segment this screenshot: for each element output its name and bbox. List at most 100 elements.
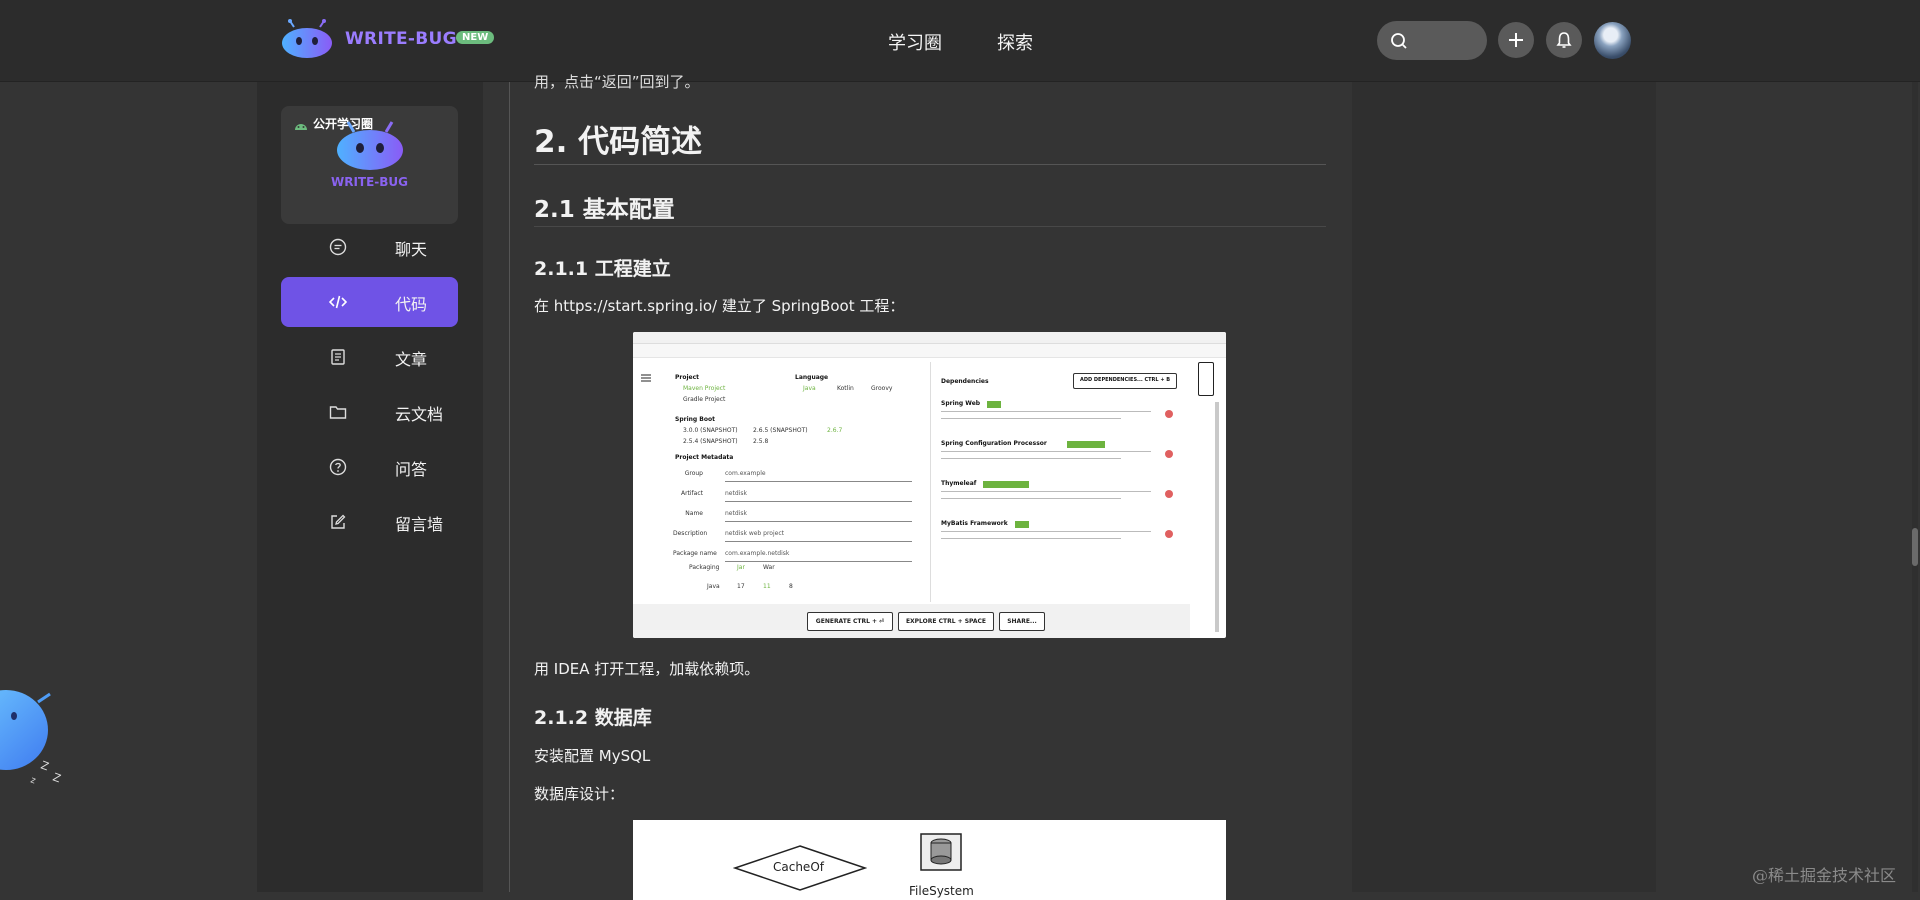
article-partial-line: 用，点击“返回”回到了。: [534, 73, 700, 91]
dependency-description: [941, 418, 1121, 419]
nav-explore[interactable]: 探索: [997, 29, 1033, 55]
nav-study-circle[interactable]: 学习圈: [888, 29, 942, 55]
metadata-value: netdisk web project: [725, 530, 784, 537]
metadata-value: netdisk: [725, 490, 747, 497]
dependency-tag: [987, 401, 1001, 408]
paragraph-spring-init: 在 https://start.spring.io/ 建立了 SpringBoo…: [534, 297, 905, 315]
theme-toggle: [1198, 362, 1214, 396]
page-scrollbar-thumb[interactable]: [1912, 528, 1918, 566]
sidebar-item-code[interactable]: 代码: [281, 277, 458, 327]
dependency-tag: [1015, 521, 1029, 528]
share-button: SHARE...: [999, 612, 1045, 631]
plus-icon: [1509, 33, 1523, 47]
notifications-button[interactable]: [1546, 22, 1582, 58]
remove-dependency-icon: [1165, 450, 1173, 458]
remove-dependency-icon: [1165, 410, 1173, 418]
svg-text:Z: Z: [39, 759, 51, 774]
node-filesystem: FileSystem: [909, 884, 974, 898]
language-option: Java: [803, 385, 816, 392]
sidebar-item-qa[interactable]: 问答: [281, 442, 458, 492]
create-button[interactable]: [1498, 22, 1534, 58]
sidebar-item-cloud-docs[interactable]: 云文档: [281, 387, 458, 437]
java-option: 11: [763, 583, 771, 590]
dependency-name: Thymeleaf: [941, 480, 977, 487]
card-brand: WRITE-BUG: [330, 175, 409, 189]
packaging-option: War: [763, 564, 775, 571]
sidebar-item-chat[interactable]: 聊天: [281, 222, 458, 272]
database-icon: [920, 833, 962, 871]
dependency-description: [941, 411, 1151, 412]
browser-bookmarks-bar: [633, 344, 1226, 358]
user-avatar[interactable]: [1594, 22, 1631, 59]
sidebar-item-articles[interactable]: 文章: [281, 332, 458, 382]
metadata-value: netdisk: [725, 510, 747, 517]
heading-basic-config: 2.1 基本配置: [534, 197, 675, 223]
card-robot-logo-icon: [337, 121, 403, 170]
metadata-value: com.example: [725, 470, 766, 477]
metadata-underline: [725, 481, 912, 482]
logo-robot-icon[interactable]: [280, 19, 334, 59]
right-panel: [1352, 82, 1656, 892]
study-circle-card[interactable]: 公开学习圈 WRITE-BUG: [281, 106, 458, 224]
sidebar-item-label: 留言墙: [395, 515, 444, 534]
code-icon: [329, 295, 347, 309]
paragraph-idea: 用 IDEA 打开工程，加载依赖项。: [534, 660, 760, 678]
metadata-title: Project Metadata: [675, 454, 734, 461]
dependency-tag: [1067, 441, 1105, 448]
spring-initializr-screenshot: Project Maven Project Gradle Project Lan…: [633, 332, 1226, 638]
browser-address-bar: [633, 332, 1226, 344]
search-icon: [1391, 33, 1407, 49]
project-option: Gradle Project: [683, 396, 726, 403]
database-diagram-image: CacheOf FileSystem: [633, 820, 1226, 900]
packaging-label: Packaging: [689, 564, 720, 571]
heading-project-setup: 2.1.1 工程建立: [534, 258, 671, 280]
panel-divider: [930, 362, 931, 602]
folder-icon: [329, 406, 347, 419]
java-option: 17: [737, 583, 745, 590]
paragraph-db-design: 数据库设计：: [534, 785, 625, 803]
sleeping-mascot-icon[interactable]: Z Z z: [0, 670, 78, 800]
dependency-name: Spring Web: [941, 400, 981, 407]
dependency-description: [941, 498, 1121, 499]
bell-icon: [1556, 32, 1572, 48]
heading-code-overview: 2. 代码简述: [534, 124, 703, 160]
dependency-tag: [983, 481, 1029, 488]
dependency-description: [941, 531, 1151, 532]
sidebar-item-label: 问答: [395, 460, 428, 479]
add-dependencies-button: ADD DEPENDENCIES... CTRL + B: [1073, 373, 1177, 389]
language-option: Groovy: [871, 385, 893, 392]
search-button[interactable]: [1377, 21, 1487, 60]
initializr-footer: GENERATE CTRL + ⏎ EXPLORE CTRL + SPACE S…: [633, 604, 1190, 638]
java-label: Java: [707, 583, 720, 590]
project-title: Project: [675, 374, 700, 381]
inner-scrollbar: [1215, 402, 1219, 632]
boot-option: 2.6.7: [827, 427, 843, 434]
sidebar-item-label: 文章: [395, 350, 428, 369]
menu-icon: [641, 374, 651, 382]
metadata-label: Group: [684, 470, 703, 477]
sidebar-item-message-wall[interactable]: 留言墙: [281, 497, 458, 547]
dependency-description: [941, 458, 1121, 459]
deps-title: Dependencies: [941, 378, 989, 385]
dependency-description: [941, 451, 1151, 452]
boot-option: 3.0.0 (SNAPSHOT): [683, 427, 738, 434]
packaging-option: Jar: [737, 564, 745, 571]
question-icon: [329, 458, 347, 476]
left-sidebar: 公开学习圈 WRITE-BUG 聊天 代码 文章 云文档 问答 留言墙: [257, 82, 483, 892]
generate-button: GENERATE CTRL + ⏎: [807, 612, 893, 631]
sidebar-item-label: 云文档: [395, 405, 444, 424]
page-scrollbar-track[interactable]: [1912, 82, 1918, 892]
explore-button: EXPLORE CTRL + SPACE: [898, 612, 994, 631]
metadata-label: Description: [673, 530, 708, 537]
metadata-underline: [725, 501, 912, 502]
heading-divider: [534, 164, 1326, 165]
dependency-description: [941, 491, 1151, 492]
remove-dependency-icon: [1165, 490, 1173, 498]
boot-option: 2.6.5 (SNAPSHOT): [753, 427, 808, 434]
brand-name[interactable]: WRITE-BUG: [345, 29, 457, 49]
edit-icon: [331, 514, 346, 529]
dependency-name: Spring Configuration Processor: [941, 440, 1047, 447]
article-icon: [331, 349, 345, 365]
metadata-label: Package name: [673, 550, 717, 557]
language-title: Language: [795, 374, 829, 381]
